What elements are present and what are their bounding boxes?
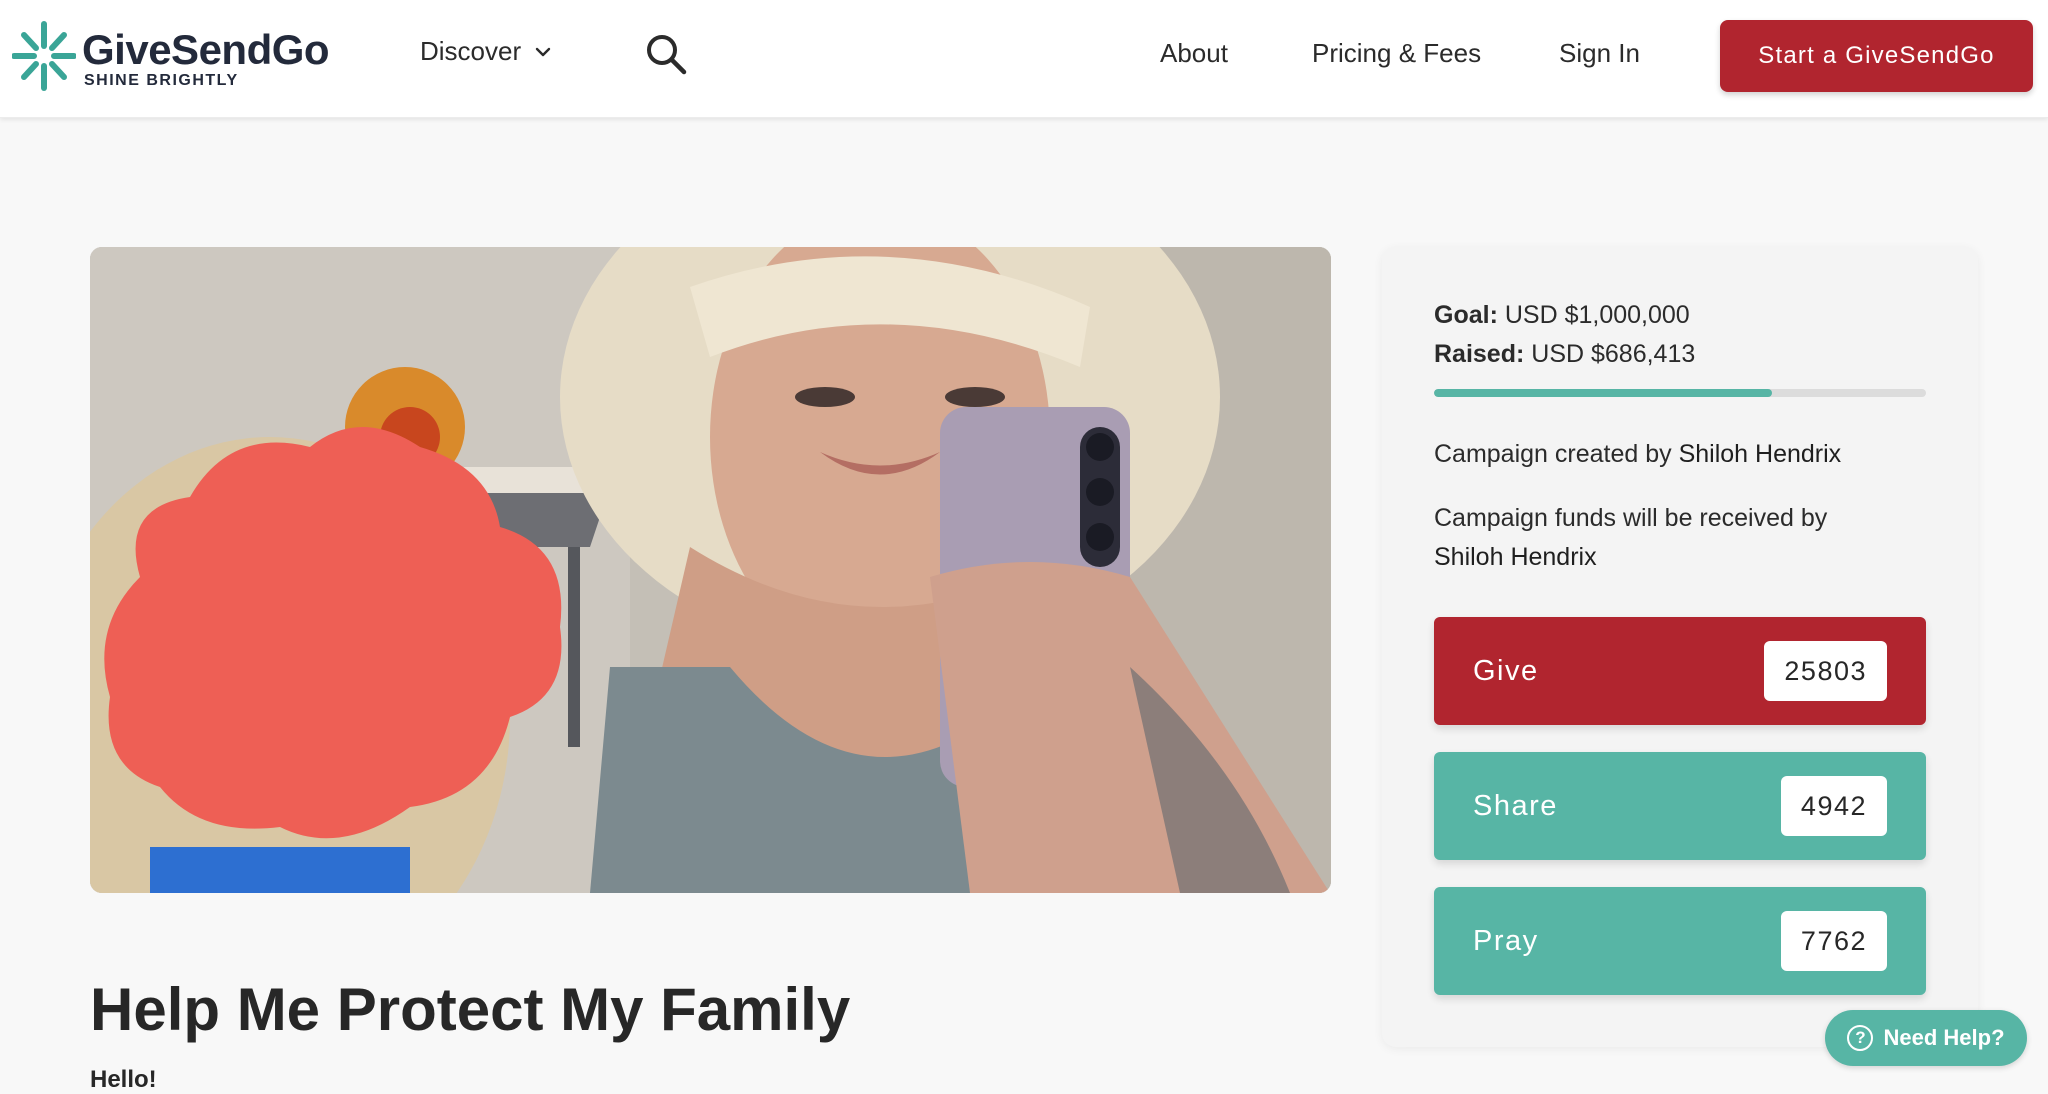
search-button[interactable] [644,32,688,76]
share-count: 4942 [1780,776,1887,836]
pray-count: 7762 [1780,911,1887,971]
campaign-photo [90,247,1331,893]
give-label: Give [1473,654,1539,687]
question-circle-icon: ? [1847,1025,1874,1051]
discover-label: Discover [420,36,522,66]
site-logo[interactable]: GiveSendGo SHINE BRIGHTLY [12,20,342,94]
nav-pricing-link[interactable]: Pricing & Fees [1312,38,1481,69]
nav-signin-link[interactable]: Sign In [1559,38,1640,69]
start-campaign-button[interactable]: Start a GiveSendGo [1720,20,2033,92]
nav-about-link[interactable]: About [1160,38,1228,69]
site-header: GiveSendGo SHINE BRIGHTLY Discover About… [0,0,2048,118]
creator-name: Shiloh Hendrix [1678,440,1842,468]
recipient-info: Campaign funds will be received by Shilo… [1434,499,1934,577]
funding-progress-bar [1434,389,1926,397]
recipient-name: Shiloh Hendrix [1434,543,1597,571]
sparkle-logo-icon [12,21,76,91]
search-icon [647,35,687,75]
share-label: Share [1473,789,1558,822]
raised-row: Raised: USD $686,413 [1434,340,1695,369]
raised-value: USD $686,413 [1531,340,1696,368]
goal-value: USD $1,000,000 [1504,301,1690,329]
campaign-photo-illustration [90,247,1331,893]
goal-label: Goal: [1434,301,1498,329]
logo-wordmark: GiveSendGo [82,26,330,73]
give-button[interactable]: Give 25803 [1434,617,1926,725]
need-help-label: Need Help? [1883,1025,2005,1050]
share-button[interactable]: Share 4942 [1434,752,1926,860]
creator-info: Campaign created by Shiloh Hendrix [1434,435,1841,474]
logo-tagline: SHINE BRIGHTLY [84,72,239,89]
campaign-greeting: Hello! [90,1066,157,1093]
creator-prefix: Campaign created by [1434,440,1672,468]
chevron-down-icon [535,47,551,56]
funding-progress-fill [1434,389,1772,397]
campaign-title: Help Me Protect My Family [90,976,851,1043]
donation-card: Goal: USD $1,000,000 Raised: USD $686,41… [1382,247,1978,1047]
need-help-button[interactable]: ? Need Help? [1825,1010,2027,1066]
goal-row: Goal: USD $1,000,000 [1434,301,1690,330]
recipient-prefix: Campaign funds will be received by [1434,504,1828,532]
discover-menu[interactable]: Discover [420,36,551,67]
pray-button[interactable]: Pray 7762 [1434,887,1926,995]
give-count: 25803 [1764,641,1887,701]
pray-label: Pray [1473,924,1539,957]
raised-label: Raised: [1434,340,1525,368]
